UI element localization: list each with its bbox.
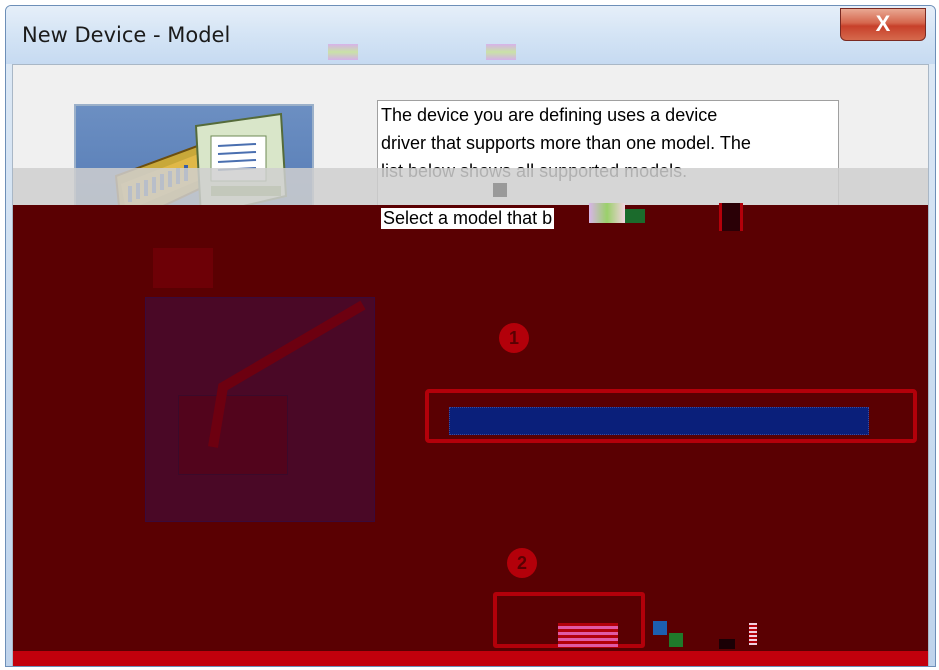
redacted-shape — [153, 248, 213, 288]
glitch-artifact — [493, 183, 507, 197]
title-glitch-artifact — [486, 44, 516, 60]
overlay-band — [13, 168, 928, 210]
selected-model-row[interactable] — [449, 407, 869, 435]
redacted-arrow-shape — [208, 300, 366, 448]
title-bar[interactable]: New Device - Model X — [6, 6, 935, 64]
step-1-badge: 1 — [499, 323, 529, 353]
new-device-model-dialog: New Device - Model X The device you are … — [5, 5, 936, 667]
glitch-artifact — [719, 639, 735, 649]
glitch-artifact — [749, 623, 757, 645]
glitch-artifact — [669, 633, 683, 647]
glitch-artifact — [719, 203, 743, 231]
close-button[interactable]: X — [840, 8, 926, 41]
glitch-artifact — [558, 623, 618, 647]
glitch-artifact — [625, 209, 645, 223]
glitch-artifact — [653, 621, 667, 635]
step-2-badge: 2 — [507, 548, 537, 578]
glitch-artifact — [589, 203, 625, 223]
select-model-prompt: Select a model that b — [381, 208, 555, 229]
dialog-body: The device you are defining uses a devic… — [12, 64, 929, 666]
window-title: New Device - Model — [22, 23, 231, 47]
title-glitch-artifact — [328, 44, 358, 60]
bottom-redaction-bar — [13, 651, 928, 666]
